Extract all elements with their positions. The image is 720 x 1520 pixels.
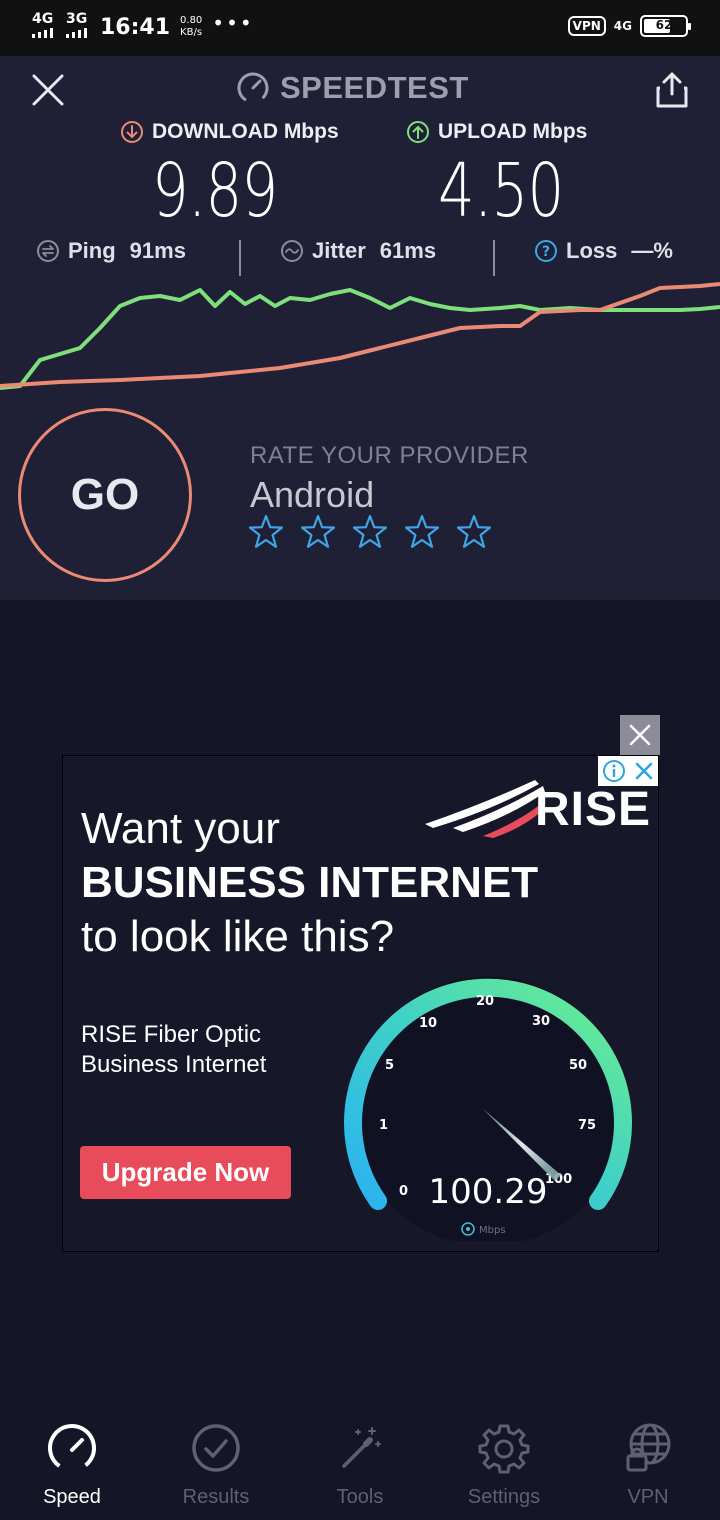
clock: 16:41 xyxy=(100,14,171,40)
go-button[interactable]: GO xyxy=(18,408,192,582)
signal-3g-icon: 3G xyxy=(66,12,90,42)
status-bar: 4G 3G 16:41 0.80 KB/s ••• VPN 4G 62 xyxy=(0,0,720,56)
nav-speed[interactable]: Speed xyxy=(0,1408,144,1520)
download-label: DOWNLOAD Mbps xyxy=(120,120,339,144)
rating-stars xyxy=(248,514,492,550)
gauge-tick: 50 xyxy=(569,1058,587,1073)
download-graph-line xyxy=(0,282,720,388)
jitter-metric[interactable]: Jitter 61ms xyxy=(280,238,436,264)
signal-4g-icon: 4G xyxy=(32,12,56,42)
help-icon[interactable]: ? xyxy=(534,239,558,263)
ad-headline-emphasis: BUSINESS INTERNET xyxy=(81,858,539,907)
gauge-tick: 30 xyxy=(532,1014,550,1029)
ad-headline: to look like this? xyxy=(81,912,395,961)
jitter-icon xyxy=(281,240,303,262)
nav-settings[interactable]: Settings xyxy=(432,1408,576,1520)
gauge-tick: 75 xyxy=(578,1118,596,1133)
rate-provider-title: RATE YOUR PROVIDER xyxy=(250,442,529,469)
ping-metric[interactable]: Ping 91ms xyxy=(36,238,186,264)
ping-icon xyxy=(37,240,59,262)
vpn-status-icon: VPN xyxy=(567,16,606,36)
star-icon[interactable] xyxy=(300,514,336,550)
metrics-divider xyxy=(239,240,241,276)
nav-results[interactable]: Results xyxy=(144,1408,288,1520)
close-icon[interactable] xyxy=(28,70,68,110)
loss-metric[interactable]: ? Loss —% xyxy=(534,238,673,264)
close-icon xyxy=(629,724,651,746)
upgrade-now-button[interactable]: Upgrade Now xyxy=(80,1146,291,1199)
share-icon[interactable] xyxy=(654,70,690,110)
gauge-tick: 20 xyxy=(476,994,494,1009)
gauge-value: 100.29 xyxy=(429,1172,548,1212)
download-value: 9.89 xyxy=(152,148,278,234)
svg-text:?: ? xyxy=(542,244,550,260)
app-title: SPEEDTEST xyxy=(236,70,469,106)
gauge-tick: 1 xyxy=(379,1118,388,1133)
speedometer-icon xyxy=(48,1424,96,1472)
gauge-tick: 10 xyxy=(419,1016,437,1031)
speed-graph xyxy=(0,282,720,390)
ad-subtext: RISE Fiber Optic Business Internet xyxy=(81,1021,267,1078)
nav-vpn[interactable]: VPN xyxy=(576,1408,720,1520)
metrics-divider xyxy=(493,240,495,276)
gauge-tick: 5 xyxy=(385,1058,394,1073)
provider-name: Android xyxy=(250,474,375,515)
upload-arrow-icon xyxy=(407,121,429,143)
gauge-tick: 0 xyxy=(399,1184,408,1199)
more-notifications-icon: ••• xyxy=(212,11,254,35)
ad-brand: RISE xyxy=(535,783,652,836)
bottom-navigation: Speed Results Tools Settings VPN xyxy=(0,1408,720,1520)
speedometer-logo-icon xyxy=(237,72,269,104)
star-icon[interactable] xyxy=(352,514,388,550)
mobile-data-icon: 4G xyxy=(613,19,632,33)
wand-icon xyxy=(342,1427,381,1468)
gear-icon xyxy=(478,1424,530,1474)
ad-headline: Want your xyxy=(81,804,280,853)
upload-value: 4.50 xyxy=(438,148,564,234)
ad-speed-gauge: 0 1 5 10 20 30 50 75 100 100.29 Mbps xyxy=(344,976,632,1241)
network-speed: 0.80 KB/s xyxy=(180,15,203,38)
download-arrow-icon xyxy=(121,121,143,143)
ad-close-button[interactable] xyxy=(620,715,660,755)
nav-tools[interactable]: Tools xyxy=(288,1408,432,1520)
speedtest-panel: SPEEDTEST DOWNLOAD Mbps UPLOAD Mbps 9.89… xyxy=(0,56,720,600)
upload-label: UPLOAD Mbps xyxy=(406,120,587,144)
battery-icon: 62 xyxy=(640,15,691,37)
star-icon[interactable] xyxy=(404,514,440,550)
star-icon[interactable] xyxy=(248,514,284,550)
globe-lock-icon xyxy=(626,1423,671,1472)
star-icon[interactable] xyxy=(456,514,492,550)
metrics-row: Ping 91ms Jitter 61ms ? Loss —% xyxy=(0,238,720,278)
advertisement[interactable]: RISE Want your BUSINESS INTERNET to look… xyxy=(62,755,659,1252)
check-circle-icon xyxy=(192,1424,240,1472)
gauge-unit: Mbps xyxy=(479,1225,506,1236)
